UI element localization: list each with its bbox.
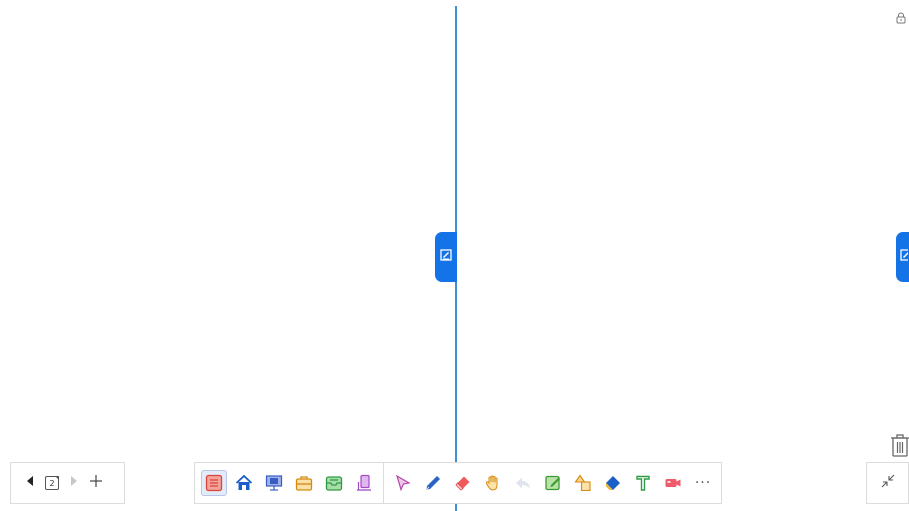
collapse-arrows-icon [880, 473, 896, 494]
page-navigation: 2 [10, 462, 125, 504]
hand-icon [484, 474, 502, 492]
list-button[interactable] [201, 470, 227, 496]
fill-icon [604, 474, 622, 492]
hand-tool-button[interactable] [480, 470, 506, 496]
presentation-button[interactable] [261, 470, 287, 496]
eraser-tool-button[interactable] [450, 470, 476, 496]
record-icon [664, 474, 682, 492]
eraser-icon [454, 474, 472, 492]
more-button[interactable]: ··· [690, 470, 716, 496]
next-page-icon[interactable] [69, 474, 79, 492]
edit-note-icon [440, 248, 452, 266]
select-arrow-icon [394, 474, 412, 492]
trash-icon[interactable] [890, 433, 909, 457]
text-icon [634, 474, 652, 492]
more-icon: ··· [694, 475, 712, 491]
fill-button[interactable] [600, 470, 626, 496]
presentation-icon [265, 474, 283, 492]
page-number: 2 [49, 478, 55, 488]
clipboard-icon [355, 474, 373, 492]
shapes-icon [574, 474, 592, 492]
tray-icon [325, 474, 343, 492]
home-button[interactable] [231, 470, 257, 496]
note-edit-button[interactable] [540, 470, 566, 496]
toolbox-button[interactable] [291, 470, 317, 496]
note-edit-icon [544, 474, 562, 492]
pen-icon [424, 474, 442, 492]
toolbar-separator [383, 462, 384, 504]
side-panel-tab-middle[interactable] [435, 232, 457, 282]
main-toolbar: ··· [194, 462, 722, 504]
add-page-icon[interactable] [89, 474, 103, 493]
lock-icon[interactable] [895, 11, 907, 24]
page-number-box[interactable]: 2 [45, 476, 59, 490]
undo-button[interactable] [510, 470, 536, 496]
collapse-button[interactable] [866, 462, 909, 504]
undo-icon [514, 474, 532, 492]
toolbar-group-tools: ··· [390, 463, 716, 503]
pen-tool-button[interactable] [420, 470, 446, 496]
text-tool-button[interactable] [630, 470, 656, 496]
clipboard-button[interactable] [351, 470, 377, 496]
tray-button[interactable] [321, 470, 347, 496]
record-button[interactable] [660, 470, 686, 496]
toolbox-icon [295, 474, 313, 492]
toolbar-group-apps [201, 463, 377, 503]
side-panel-tab-right[interactable] [896, 232, 909, 282]
shapes-button[interactable] [570, 470, 596, 496]
list-icon [205, 474, 223, 492]
home-icon [235, 474, 253, 492]
select-tool-button[interactable] [390, 470, 416, 496]
prev-page-icon[interactable] [25, 474, 35, 492]
whiteboard-canvas[interactable]: 2 ··· [0, 0, 909, 511]
edit-note-icon [900, 248, 909, 266]
